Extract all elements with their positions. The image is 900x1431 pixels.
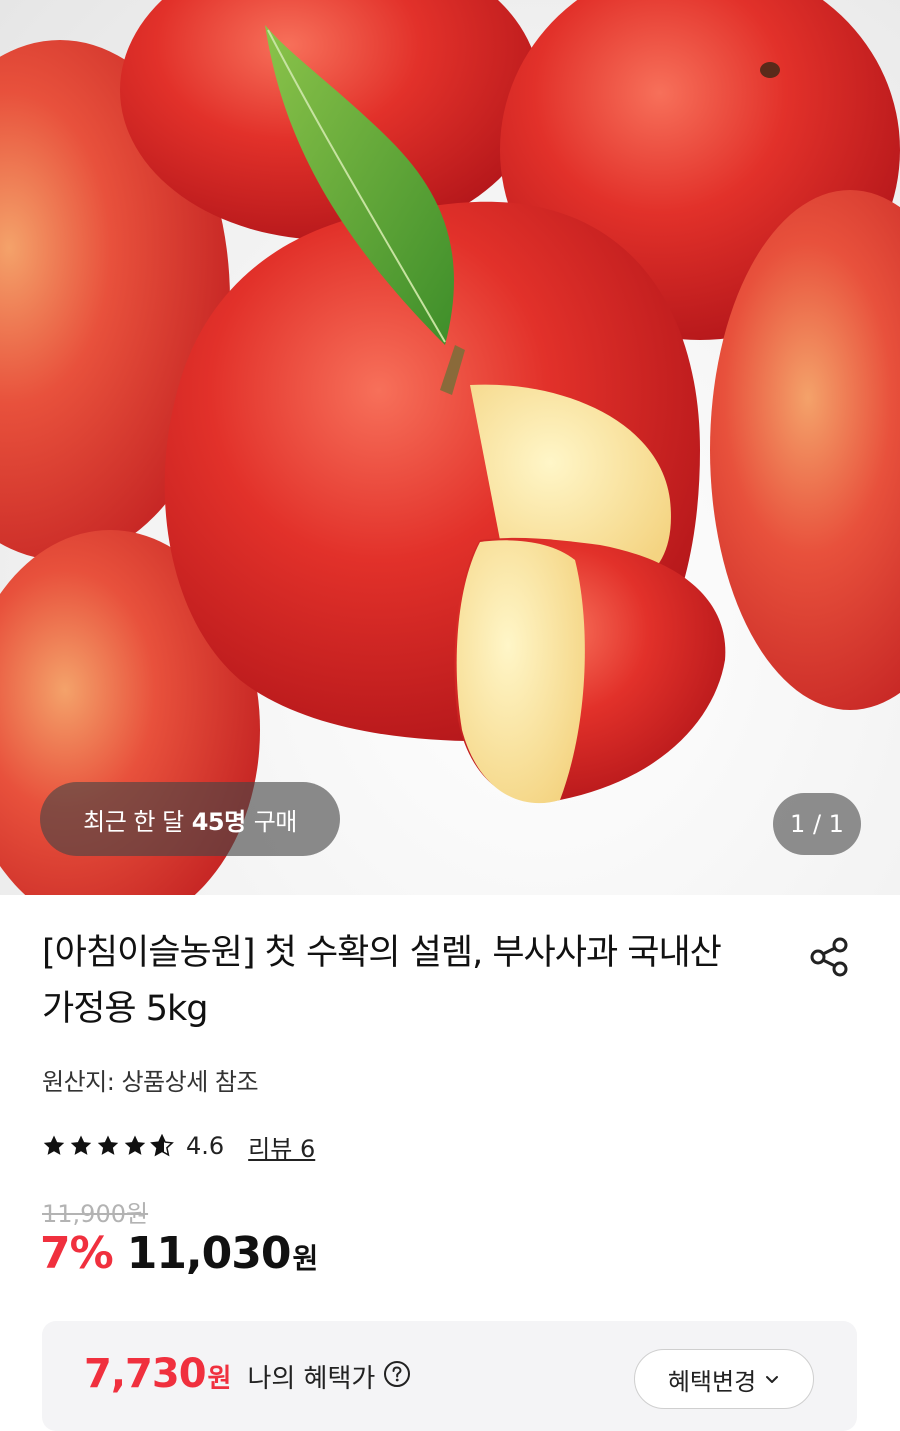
question-circle-icon[interactable] (383, 1360, 411, 1388)
benefit-price-currency: 원 (207, 1364, 232, 1394)
review-link[interactable]: 리뷰 6 (248, 1129, 315, 1164)
original-price: 11,900원 (42, 1200, 149, 1228)
benefit-price: 7,730 (84, 1351, 207, 1397)
chevron-down-icon (766, 1376, 779, 1383)
rating-value: 4.6 (186, 1132, 225, 1160)
star-icon (124, 1135, 146, 1155)
image-counter: 1 / 1 (773, 793, 861, 855)
product-image (0, 0, 900, 895)
origin-info: 원산지: 상품상세 참조 (42, 1068, 259, 1096)
benefit-price-row: 7,730 원 나의 혜택가 (84, 1351, 411, 1397)
rating-stars (42, 1134, 174, 1158)
benefit-price-box: 7,730 원 나의 혜택가 혜택변경 (42, 1321, 857, 1431)
product-image-gallery[interactable]: 최근 한 달 45명 구매 1 / 1 (0, 0, 900, 895)
recent-purchase-badge: 최근 한 달 45명 구매 (40, 782, 340, 856)
benefit-change-label: 혜택변경 (667, 1367, 757, 1396)
recent-purchase-count: 45명 (191, 807, 246, 836)
recent-purchase-prefix: 최근 한 달 (83, 807, 184, 836)
star-icon (97, 1135, 119, 1155)
share-button[interactable] (806, 933, 854, 981)
rating-row: 4.6 리뷰 6 (42, 1128, 315, 1164)
sale-price: 11,030 (126, 1228, 292, 1279)
star-half-icon (150, 1134, 174, 1157)
share-icon (810, 937, 848, 977)
price-row: 7% 11,030 원 (40, 1228, 318, 1279)
star-icon (70, 1135, 92, 1155)
recent-purchase-suffix: 구매 (253, 807, 298, 836)
product-title-row: [아침이슬농원] 첫 수확의 설렘, 부사사과 국내산 가정용 5kg (42, 925, 862, 1037)
product-title: [아침이슬농원] 첫 수확의 설렘, 부사사과 국내산 가정용 5kg (42, 933, 722, 1029)
discount-rate: 7% (40, 1228, 114, 1279)
star-icon (43, 1135, 65, 1155)
benefit-change-button[interactable]: 혜택변경 (634, 1349, 814, 1409)
benefit-price-label: 나의 혜택가 (247, 1364, 376, 1394)
sale-price-currency: 원 (292, 1242, 319, 1275)
